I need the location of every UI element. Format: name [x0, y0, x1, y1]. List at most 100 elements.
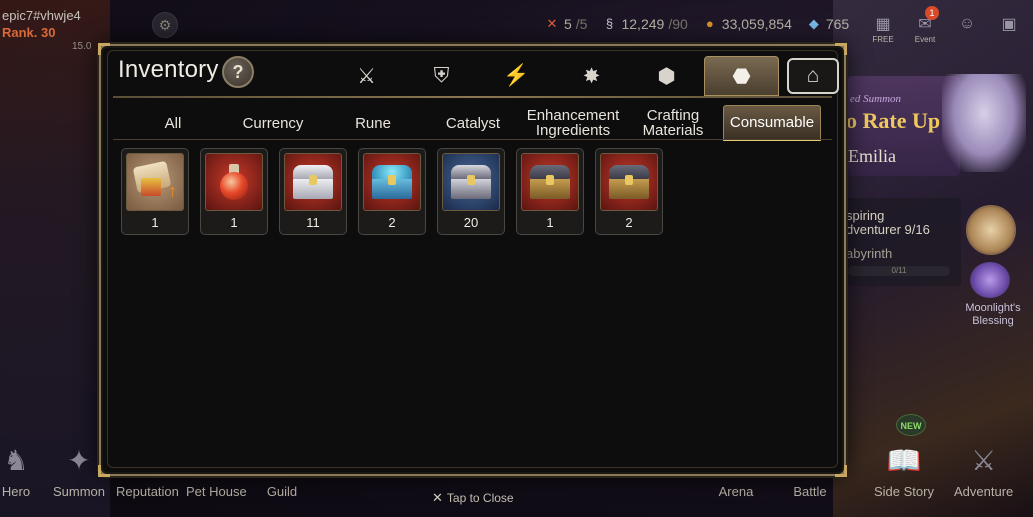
red-potion-icon: [205, 153, 263, 211]
gem-icon: ◆: [808, 16, 819, 31]
close-icon: ✕: [432, 490, 443, 505]
item-count: 1: [546, 215, 554, 230]
cube-icon[interactable]: ⬢: [629, 56, 704, 96]
nav-label: Hero: [1, 484, 31, 499]
nav-label: Side Story: [874, 484, 934, 499]
chat-button[interactable]: ☺: [951, 8, 983, 40]
tab-catalyst[interactable]: Catalyst: [423, 105, 523, 141]
summon-title: o Rate Up: [846, 108, 941, 133]
nav-side-story[interactable]: NEW 📖 Side Story: [874, 414, 934, 499]
frame-corner: [835, 465, 847, 477]
character-portrait: [942, 74, 1026, 172]
upgrade-scroll-icon: ↑: [126, 153, 184, 211]
item-slot[interactable]: ↑ 1: [121, 148, 189, 235]
energy-max: /90: [668, 16, 688, 32]
tap-to-close-hint[interactable]: ✕ Tap to Close: [432, 490, 514, 506]
item-grid: ↑ 1 1 11 2 20 1 2: [121, 148, 663, 235]
help-button[interactable]: ?: [222, 56, 254, 88]
item-slot[interactable]: 2: [595, 148, 663, 235]
nav-label: Battle: [793, 484, 827, 499]
tab-consumable[interactable]: Consumable: [723, 105, 821, 141]
inventory-title: Inventory: [118, 56, 219, 83]
item-slot[interactable]: 1: [516, 148, 584, 235]
player-id: epic7#vhwje4: [2, 8, 81, 23]
stamina-max: /5: [575, 16, 588, 32]
gold-value: 33,059,854: [721, 16, 792, 32]
stamina-value: 5: [564, 16, 572, 32]
player-rank: Rank. 30: [2, 25, 56, 40]
stamina-icon: ✕: [546, 16, 558, 31]
energy-resource[interactable]: § 12,249/90: [601, 16, 688, 32]
bag-icon[interactable]: ⬣: [704, 56, 779, 96]
menu-button[interactable]: ▣: [993, 8, 1025, 40]
storage-icon[interactable]: ⌂: [787, 58, 839, 94]
tab-rune[interactable]: Rune: [323, 105, 423, 141]
frame-corner: [835, 43, 847, 55]
item-count: 1: [151, 215, 159, 230]
chat-icon: ☺: [958, 15, 976, 32]
lightning-icon[interactable]: ⚡: [479, 56, 554, 96]
item-count: 1: [230, 215, 238, 230]
tab-enhancement-ingredients[interactable]: Enhancement Ingredients: [523, 105, 623, 141]
summon-character-name: Emilia: [848, 146, 896, 166]
stamina-resource[interactable]: ✕ 5/5: [544, 16, 588, 32]
inventory-tabs: All Currency Rune Catalyst Enhancement I…: [123, 103, 825, 141]
gold-coin-icon: ●: [705, 16, 714, 31]
nav-label: Adventure: [954, 484, 1014, 499]
player-mini-value: 15.0: [72, 41, 92, 52]
header-divider: [113, 96, 832, 98]
gem-resource[interactable]: ◆ 765: [806, 16, 849, 32]
item-count: 2: [625, 215, 633, 230]
gem-value: 765: [825, 16, 850, 32]
free-shop-button[interactable]: ▦ FREE: [867, 8, 899, 44]
nav-label: Guild: [266, 484, 298, 499]
frame-corner: [98, 465, 110, 477]
moonlight-blessing-label: Moonlight's Blessing: [965, 302, 1021, 327]
adventure-icon: ⚔: [971, 444, 997, 476]
material-icon[interactable]: ✸: [554, 56, 629, 96]
silver-chest-icon: [284, 153, 342, 211]
nav-hero[interactable]: ♞ Hero: [0, 438, 36, 500]
menu-grid-icon: ▣: [1001, 16, 1017, 33]
item-slot[interactable]: 20: [437, 148, 505, 235]
quest-avatar[interactable]: [966, 205, 1016, 255]
resource-bar: ✕ 5/5 § 12,249/90 ● 33,059,854 ◆ 765: [544, 14, 857, 34]
energy-icon: §: [605, 16, 614, 31]
top-right-toolbar: ▦ FREE ✉ 1 Event ☺ ▣: [867, 6, 1025, 44]
nav-label: Arena: [718, 484, 754, 499]
tab-currency[interactable]: Currency: [223, 105, 323, 141]
gold-chest-icon: [600, 153, 658, 211]
quest-location: abyrinth: [846, 246, 893, 261]
inventory-window: Inventory ? ⚔ ⛨ ⚡ ✸ ⬢ ⬣ ⌂ All Currency R…: [98, 43, 847, 477]
item-slot[interactable]: 1: [200, 148, 268, 235]
nav-label: Summon: [53, 484, 106, 499]
nav-adventure[interactable]: ⚔ Adventure: [954, 438, 1014, 500]
tab-all[interactable]: All: [123, 105, 223, 141]
settings-gear-icon[interactable]: ⚙: [152, 12, 178, 38]
quest-title-line1: spiring: [846, 208, 885, 223]
artifact-icon[interactable]: ⛨: [404, 56, 479, 96]
item-slot[interactable]: 11: [279, 148, 347, 235]
shop-icon: ▦: [875, 16, 891, 33]
gold-chest-icon: [521, 153, 579, 211]
side-story-icon: 📖: [886, 444, 922, 476]
nav-label: Reputation: [116, 484, 179, 499]
item-count: 2: [388, 215, 396, 230]
equipment-icon[interactable]: ⚔: [329, 56, 404, 96]
item-count: 11: [306, 215, 320, 230]
quest-title-line2: dventurer 9/16: [846, 222, 930, 237]
moonlight-blessing-icon[interactable]: [970, 262, 1010, 298]
energy-value: 12,249: [621, 16, 665, 32]
item-count: 20: [463, 215, 479, 230]
free-label: FREE: [872, 35, 894, 44]
new-badge: NEW: [896, 414, 926, 436]
summon-icon: ✦: [67, 444, 91, 476]
event-button[interactable]: ✉ 1 Event: [909, 6, 941, 44]
gold-resource[interactable]: ● 33,059,854: [702, 16, 792, 32]
tab-crafting-materials[interactable]: Crafting Materials: [623, 105, 723, 141]
item-slot[interactable]: 2: [358, 148, 426, 235]
nav-label: Pet House: [186, 484, 247, 499]
tap-to-close-label: Tap to Close: [446, 491, 514, 505]
quest-progress: 0/11: [848, 266, 950, 276]
hero-icon: ♞: [3, 444, 29, 476]
